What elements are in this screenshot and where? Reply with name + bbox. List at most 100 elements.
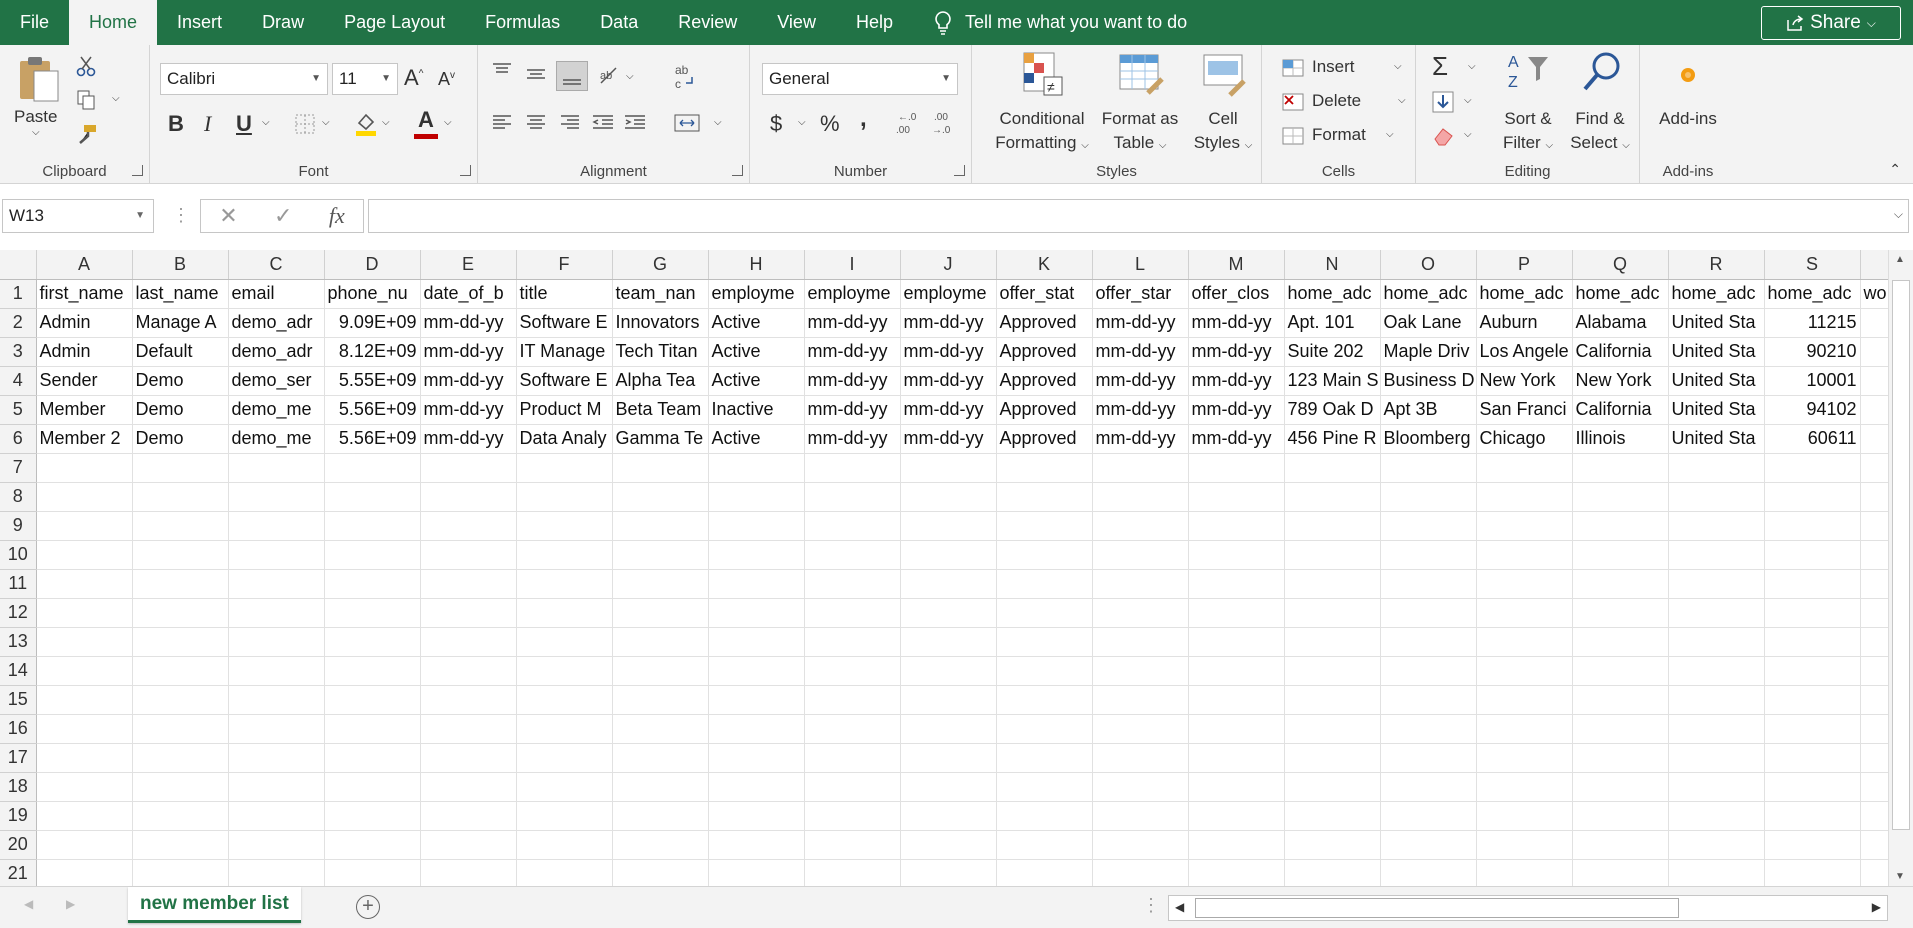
cell[interactable]: offer_stat xyxy=(996,279,1093,309)
cell[interactable]: Approved xyxy=(996,366,1093,396)
cell[interactable] xyxy=(420,540,517,570)
cell[interactable] xyxy=(1092,714,1189,744)
cell[interactable] xyxy=(1860,453,1888,483)
cell[interactable] xyxy=(1284,540,1381,570)
fill-color-dropdown-icon[interactable]: ⌵ xyxy=(382,117,390,128)
row-header[interactable]: 21 xyxy=(0,859,37,886)
font-size-select[interactable]: 11 ▼ xyxy=(332,63,398,95)
cell[interactable]: mm-dd-yy xyxy=(900,366,997,396)
cell[interactable] xyxy=(708,830,805,860)
cell[interactable] xyxy=(420,801,517,831)
cell[interactable] xyxy=(996,598,1093,628)
bold-button[interactable]: B xyxy=(168,111,184,137)
cell[interactable]: Oak Lane xyxy=(1380,308,1477,338)
cell[interactable] xyxy=(1668,627,1765,657)
cell[interactable] xyxy=(36,801,133,831)
insert-cells-button[interactable]: Insert ⌵ xyxy=(1282,55,1412,83)
cell[interactable]: Innovators xyxy=(612,308,709,338)
cell[interactable] xyxy=(1284,656,1381,686)
cell[interactable] xyxy=(36,772,133,802)
cell[interactable] xyxy=(516,830,613,860)
sort-filter-button[interactable]: AZ Sort & Filter ⌵ xyxy=(1494,51,1562,161)
cell[interactable] xyxy=(132,598,229,628)
cell[interactable]: Sender xyxy=(36,366,133,396)
cell[interactable] xyxy=(228,859,325,886)
cancel-icon[interactable]: ✕ xyxy=(219,203,237,229)
cell[interactable] xyxy=(420,656,517,686)
cell[interactable] xyxy=(1860,656,1888,686)
cell[interactable] xyxy=(1764,772,1861,802)
row-header[interactable]: 11 xyxy=(0,569,37,599)
cell[interactable] xyxy=(132,714,229,744)
cell[interactable] xyxy=(900,540,997,570)
cell[interactable] xyxy=(1572,598,1669,628)
cell[interactable] xyxy=(228,569,325,599)
expand-formula-bar-icon[interactable]: ⌵ xyxy=(1894,207,1903,222)
cell[interactable] xyxy=(612,540,709,570)
font-name-select[interactable]: Calibri ▼ xyxy=(160,63,328,95)
column-header[interactable]: B xyxy=(132,250,229,280)
italic-button[interactable]: I xyxy=(204,111,211,137)
cell[interactable] xyxy=(516,511,613,541)
cell[interactable] xyxy=(708,685,805,715)
align-right-icon[interactable] xyxy=(560,113,580,133)
cell[interactable]: 11215 xyxy=(1764,308,1861,338)
cell[interactable] xyxy=(1476,801,1573,831)
cell[interactable]: Chicago xyxy=(1476,424,1573,454)
row-header[interactable]: 15 xyxy=(0,685,37,715)
cell[interactable]: Active xyxy=(708,424,805,454)
cell[interactable] xyxy=(1476,511,1573,541)
percent-button[interactable]: % xyxy=(820,111,840,137)
column-header[interactable]: D xyxy=(324,250,421,280)
paste-button[interactable] xyxy=(18,55,62,110)
addins-button[interactable]: Add-ins xyxy=(1640,51,1736,141)
cell[interactable]: 123 Main S xyxy=(1284,366,1381,396)
cell[interactable]: New York xyxy=(1572,366,1669,396)
formula-input[interactable] xyxy=(368,199,1909,233)
cell[interactable] xyxy=(516,859,613,886)
fill-color-icon[interactable] xyxy=(354,111,378,137)
scroll-down-icon[interactable]: ▼ xyxy=(1895,871,1905,882)
cell[interactable] xyxy=(516,453,613,483)
cell[interactable] xyxy=(804,830,901,860)
column-header[interactable]: E xyxy=(420,250,517,280)
cell[interactable] xyxy=(1380,772,1477,802)
align-top-icon[interactable] xyxy=(492,63,512,77)
cell[interactable]: Bloomberg xyxy=(1380,424,1477,454)
currency-dropdown-icon[interactable]: ⌵ xyxy=(798,117,806,128)
cell[interactable] xyxy=(324,830,421,860)
cell[interactable] xyxy=(1380,801,1477,831)
enter-icon[interactable]: ✓ xyxy=(274,203,292,229)
cell[interactable]: demo_adr xyxy=(228,337,325,367)
currency-button[interactable]: $ xyxy=(770,111,782,137)
tab-insert[interactable]: Insert xyxy=(157,0,242,45)
column-header[interactable]: I xyxy=(804,250,901,280)
cell[interactable] xyxy=(132,540,229,570)
cell[interactable]: Approved xyxy=(996,308,1093,338)
cell[interactable] xyxy=(996,801,1093,831)
cell[interactable]: Maple Driv xyxy=(1380,337,1477,367)
cell[interactable] xyxy=(420,714,517,744)
cell[interactable] xyxy=(1092,743,1189,773)
cell[interactable] xyxy=(1188,830,1285,860)
cell[interactable] xyxy=(1092,598,1189,628)
cell[interactable]: Active xyxy=(708,366,805,396)
cell[interactable] xyxy=(1380,511,1477,541)
cell[interactable]: home_adc xyxy=(1764,279,1861,309)
cell[interactable]: Demo xyxy=(132,366,229,396)
cell[interactable]: mm-dd-yy xyxy=(900,424,997,454)
cell[interactable]: mm-dd-yy xyxy=(1188,366,1285,396)
cell[interactable] xyxy=(420,743,517,773)
cell[interactable] xyxy=(1380,714,1477,744)
cell[interactable]: Auburn xyxy=(1476,308,1573,338)
column-header[interactable]: K xyxy=(996,250,1093,280)
cell[interactable] xyxy=(1092,627,1189,657)
cell[interactable] xyxy=(1476,453,1573,483)
cell[interactable] xyxy=(1668,569,1765,599)
cell[interactable] xyxy=(132,569,229,599)
cell[interactable] xyxy=(1476,685,1573,715)
cell[interactable] xyxy=(612,598,709,628)
share-button[interactable]: Share ⌵ xyxy=(1761,6,1901,40)
cell[interactable]: home_adc xyxy=(1476,279,1573,309)
cell[interactable] xyxy=(1476,598,1573,628)
